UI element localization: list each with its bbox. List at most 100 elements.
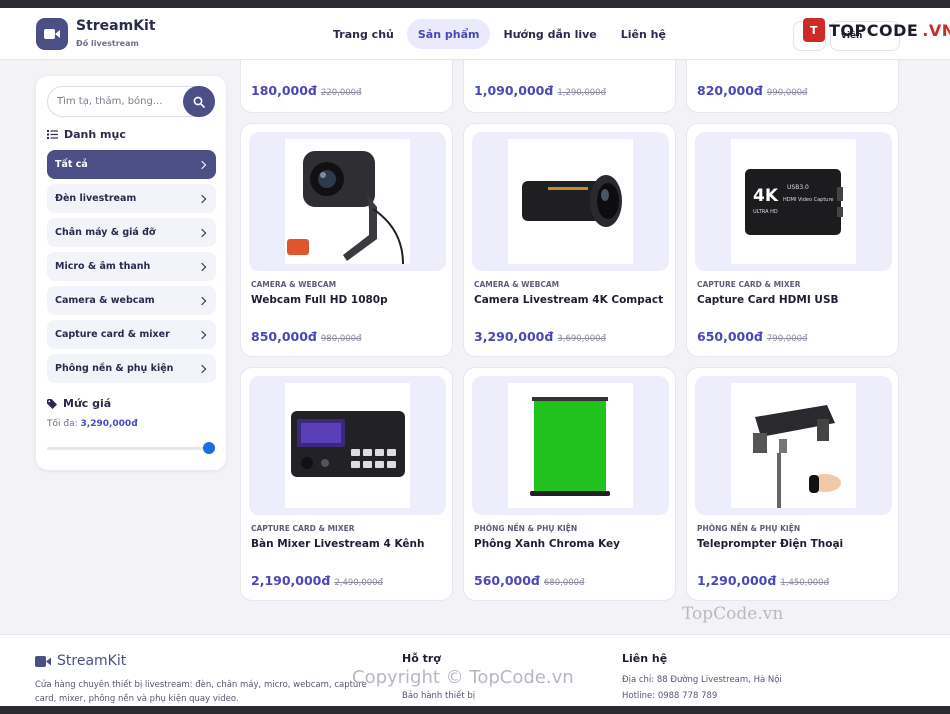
product-old-price: 680,000đ xyxy=(543,578,585,588)
search-button[interactable] xyxy=(183,86,215,117)
product-name[interactable]: Capture Card HDMI USB xyxy=(697,294,839,306)
price-heading: Mức giá xyxy=(47,397,111,410)
product-card[interactable]: 180,000đ 220,000đ xyxy=(240,60,453,113)
product-name[interactable]: Bàn Mixer Livestream 4 Kênh xyxy=(251,538,425,550)
product-old-price: 220,000đ xyxy=(320,88,362,98)
mixer-image xyxy=(285,383,410,508)
product-card[interactable]: 1,090,000đ 1,290,000đ xyxy=(463,60,676,113)
category-label: Đèn livestream xyxy=(55,193,137,204)
product-price: 850,000đ xyxy=(251,329,317,344)
category-backdrops[interactable]: Phông nền & phụ kiện xyxy=(47,354,216,383)
brand-tagline: Đồ livestream xyxy=(76,39,139,48)
product-name[interactable]: Webcam Full HD 1080p xyxy=(251,294,388,306)
main-nav: Trang chủ Sản phẩm Hướng dẫn live Liên h… xyxy=(322,19,677,49)
product-category: CAPTURE CARD & MIXER xyxy=(251,524,355,533)
product-card[interactable]: CAPTURE CARD & MIXER Bàn Mixer Livestrea… xyxy=(240,367,453,601)
chevron-right-icon xyxy=(197,160,207,169)
category-label: Micro & âm thanh xyxy=(55,261,151,272)
webcam-image xyxy=(285,139,410,265)
capture-side-text: ULTRA HD xyxy=(753,209,778,215)
price-row: 1,290,000đ 1,450,000đ xyxy=(697,573,829,588)
footer-brand: StreamKit xyxy=(35,653,126,669)
search-box xyxy=(47,86,215,117)
search-input[interactable] xyxy=(48,87,183,116)
window-top-strip xyxy=(0,0,950,8)
category-cameras[interactable]: Camera & webcam xyxy=(47,286,216,315)
os-taskbar xyxy=(0,706,950,714)
footer-brand-name: StreamKit xyxy=(57,653,127,669)
price-max-readout: Tối đa: 3,290,000đ xyxy=(47,419,138,429)
product-price: 2,190,000đ xyxy=(251,573,331,588)
product-price: 180,000đ xyxy=(251,83,317,98)
product-old-price: 3,690,000đ xyxy=(557,334,606,344)
tag-icon xyxy=(47,398,57,409)
category-lights[interactable]: Đèn livestream xyxy=(47,184,216,213)
category-label: Capture card & mixer xyxy=(55,329,170,340)
nav-products[interactable]: Sản phẩm xyxy=(406,19,491,49)
green-screen-image xyxy=(508,383,633,508)
category-label: Chân máy & giá đỡ xyxy=(55,227,156,238)
product-image-frame xyxy=(249,132,446,271)
product-old-price: 990,000đ xyxy=(766,88,808,98)
product-image-frame: 4K ULTRA HD USB3.0 HDMI Video Capture xyxy=(695,132,892,271)
nav-home[interactable]: Trang chủ xyxy=(322,19,405,49)
product-old-price: 1,450,000đ xyxy=(780,578,829,588)
watermark-tld: .VN xyxy=(922,20,950,40)
product-category: CAMERA & WEBCAM xyxy=(251,280,337,289)
slider-thumb[interactable] xyxy=(203,442,215,454)
product-image-frame xyxy=(472,376,669,515)
capture-model-text: HDMI Video Capture xyxy=(783,197,833,203)
footer-support-title: Hỗ trợ xyxy=(402,652,441,665)
price-row: 2,190,000đ 2,490,000đ xyxy=(251,573,383,588)
product-category: CAPTURE CARD & MIXER xyxy=(697,280,801,289)
product-old-price: 790,000đ xyxy=(766,334,808,344)
product-price: 1,090,000đ xyxy=(474,83,554,98)
product-image-frame xyxy=(249,376,446,515)
categories-heading: Danh mục xyxy=(47,128,126,141)
product-name[interactable]: Teleprompter Điện Thoại xyxy=(697,538,843,550)
product-card[interactable]: CAMERA & WEBCAM Webcam Full HD 1080p 850… xyxy=(240,123,453,357)
price-max-value: 3,290,000đ xyxy=(80,419,138,429)
product-name[interactable]: Phông Xanh Chroma Key xyxy=(474,538,620,550)
category-tripods[interactable]: Chân máy & giá đỡ xyxy=(47,218,216,247)
nav-live-guide[interactable]: Hướng dẫn live xyxy=(492,19,607,49)
chevron-right-icon xyxy=(197,228,207,237)
category-capture[interactable]: Capture card & mixer xyxy=(47,320,216,349)
price-row: 850,000đ 980,000đ xyxy=(251,329,361,344)
product-old-price: 2,490,000đ xyxy=(334,578,383,588)
product-category: PHÔNG NỀN & PHỤ KIỆN xyxy=(474,524,578,533)
product-card[interactable]: 820,000đ 990,000đ xyxy=(686,60,899,113)
capture-badge-text: 4K xyxy=(753,186,779,206)
price-row: 3,290,000đ 3,690,000đ xyxy=(474,329,606,344)
price-slider[interactable] xyxy=(47,442,215,454)
footer-hotline[interactable]: Hotline: 0988 778 789 xyxy=(622,691,717,701)
product-card[interactable]: CAMERA & WEBCAM Camera Livestream 4K Com… xyxy=(463,123,676,357)
footer-link-warranty[interactable]: Bảo hành thiết bị xyxy=(402,691,475,701)
category-label: Tất cả xyxy=(55,159,88,170)
product-price: 3,290,000đ xyxy=(474,329,554,344)
capture-card-image: 4K ULTRA HD USB3.0 HDMI Video Capture xyxy=(731,139,856,264)
chevron-right-icon xyxy=(197,364,207,373)
search-icon xyxy=(193,96,205,108)
product-price: 650,000đ xyxy=(697,329,763,344)
brand-name[interactable]: StreamKit xyxy=(76,18,156,34)
categories-title: Danh mục xyxy=(64,128,126,141)
product-category: PHÔNG NỀN & PHỤ KIỆN xyxy=(697,524,801,533)
product-card[interactable]: PHÔNG NỀN & PHỤ KIỆN Phông Xanh Chroma K… xyxy=(463,367,676,601)
product-card[interactable]: 4K ULTRA HD USB3.0 HDMI Video Capture CA… xyxy=(686,123,899,357)
nav-contact[interactable]: Liên hệ xyxy=(610,19,677,49)
footer-contact-title: Liên hệ xyxy=(622,652,668,665)
topcode-logo-icon: T xyxy=(803,18,825,42)
product-name[interactable]: Camera Livestream 4K Compact xyxy=(474,294,663,306)
price-row: 650,000đ 790,000đ xyxy=(697,329,807,344)
site-header: StreamKit Đồ livestream Trang chủ Sản ph… xyxy=(0,8,950,60)
product-category: CAMERA & WEBCAM xyxy=(474,280,560,289)
brand-logo[interactable] xyxy=(36,18,68,50)
category-audio[interactable]: Micro & âm thanh xyxy=(47,252,216,281)
category-all[interactable]: Tất cả xyxy=(47,150,216,179)
product-card[interactable]: PHÔNG NỀN & PHỤ KIỆN Teleprompter Điện T… xyxy=(686,367,899,601)
chevron-right-icon xyxy=(197,194,207,203)
topcode-watermark: T TOPCODE .VN xyxy=(803,18,950,42)
product-price: 560,000đ xyxy=(474,573,540,588)
product-old-price: 980,000đ xyxy=(320,334,362,344)
